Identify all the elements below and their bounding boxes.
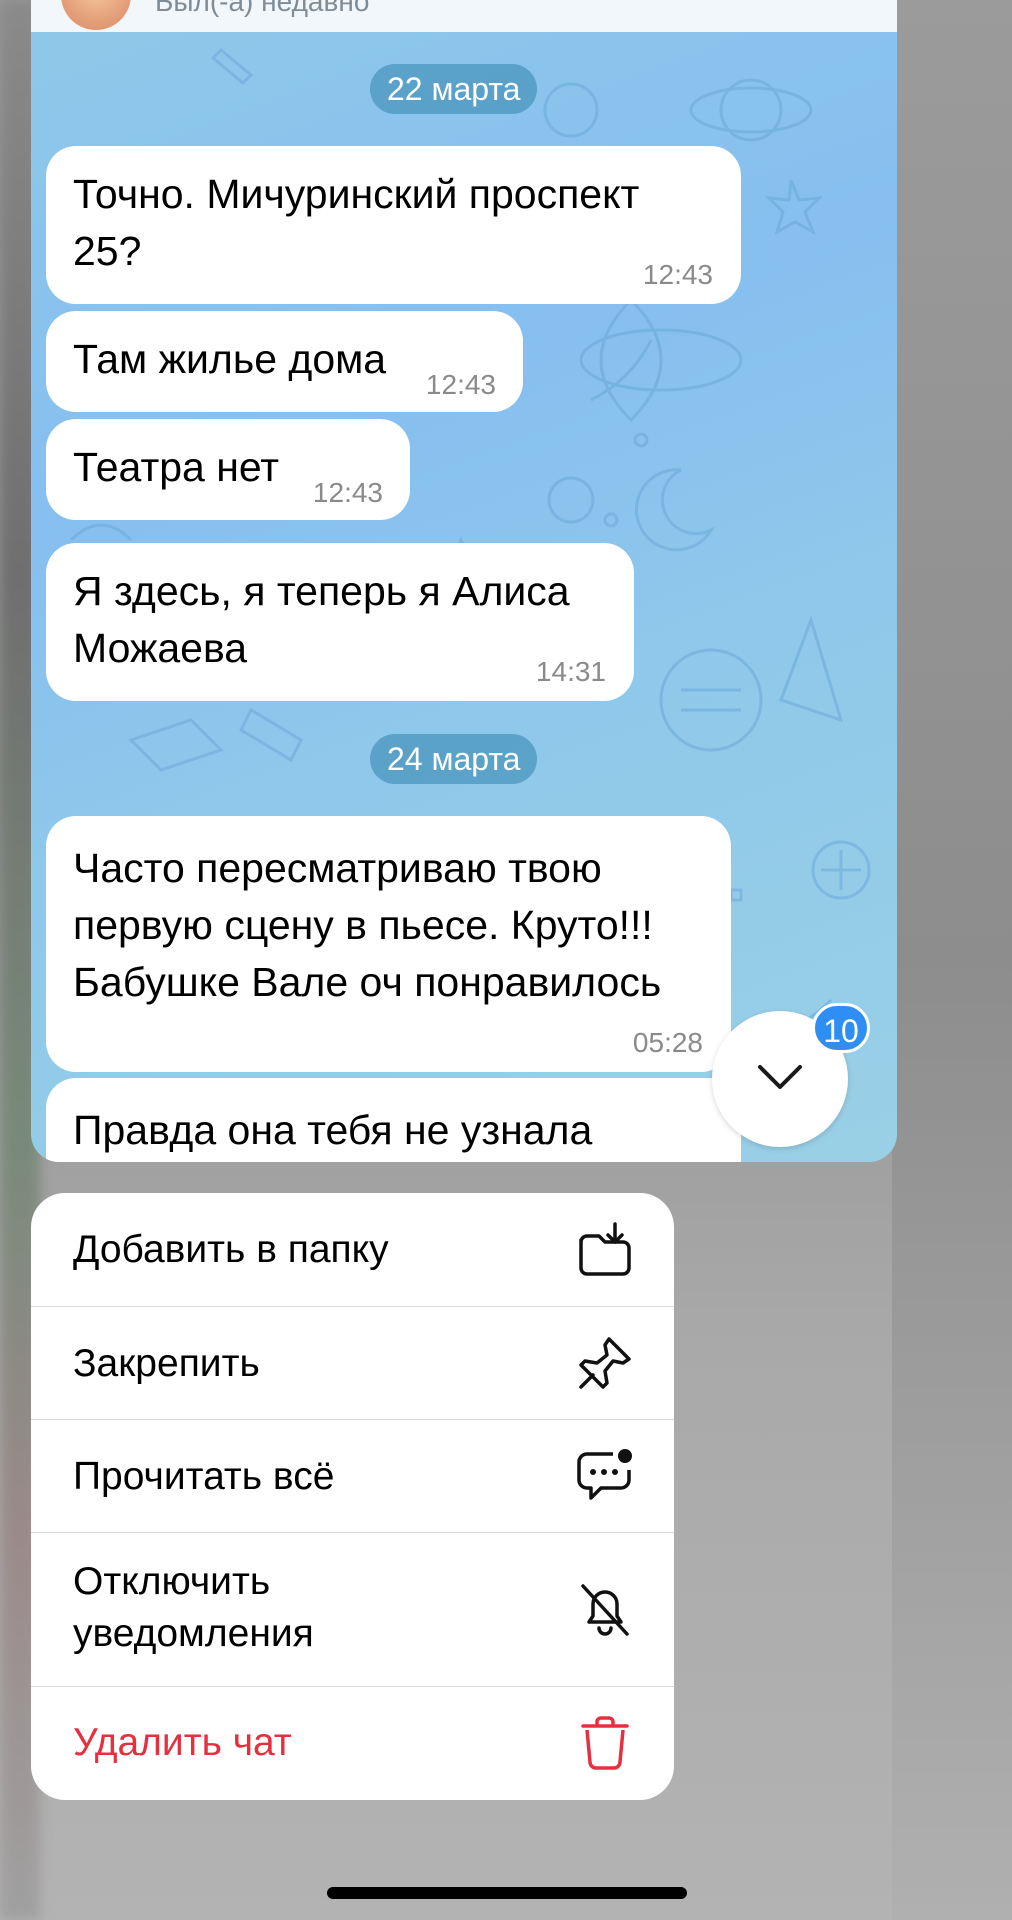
message-bubble[interactable]: Там жилье дома 12:43 (46, 311, 523, 412)
date-separator: 22 марта (370, 64, 538, 114)
message-bubble[interactable]: Театра нет 12:43 (46, 419, 410, 520)
message-text: Там жилье дома (73, 336, 387, 382)
message-text: Театра нет (73, 444, 280, 490)
menu-item-label: Добавить в папку (73, 1228, 389, 1271)
menu-item-pin[interactable]: Закрепить (31, 1307, 674, 1420)
message-text: Точно. Мичуринский проспект 25? (73, 171, 640, 274)
message-time: 14:31 (535, 656, 606, 687)
message-time: 05:28 (632, 1027, 703, 1058)
chat-preview[interactable]: Был(-а) недавно 22 марта Точно. Мичуринс… (31, 0, 897, 1162)
message-text: Правда она тебя не узнала (73, 1107, 593, 1153)
home-indicator[interactable] (327, 1887, 687, 1899)
chat-read-icon (577, 1449, 632, 1500)
trash-icon (581, 1716, 629, 1770)
menu-item-delete-chat[interactable]: Удалить чат (31, 1687, 674, 1800)
menu-item-label: Закрепить (73, 1342, 260, 1385)
message-text: Я здесь, я теперь я Алиса Можаева (73, 568, 570, 671)
message-time: 12:43 (312, 477, 383, 508)
background-blur-right (892, 0, 1012, 1920)
chevron-down-icon (758, 1065, 802, 1089)
chat-header[interactable]: Был(-а) недавно (31, 0, 897, 32)
pin-icon (579, 1337, 631, 1389)
message-bubble[interactable]: Точно. Мичуринский проспект 25? 12:43 (46, 146, 741, 304)
menu-item-label: Прочитать всё (73, 1455, 335, 1498)
message-text: Часто пересматриваю твою первую сцену в … (73, 845, 662, 1005)
last-seen-status: Был(-а) недавно (155, 0, 370, 17)
message-bubble[interactable]: Я здесь, я теперь я Алиса Можаева 14:31 (46, 543, 634, 701)
menu-item-add-to-folder[interactable]: Добавить в папку (31, 1193, 674, 1307)
unread-count-badge: 10 (812, 1003, 870, 1053)
menu-item-read-all[interactable]: Прочитать всё (31, 1420, 674, 1533)
message-bubble[interactable]: Часто пересматриваю твою первую сцену в … (46, 816, 731, 1072)
avatar (61, 0, 131, 30)
date-separator: 24 марта (370, 734, 538, 784)
menu-item-mute[interactable]: Отключить уведомления (31, 1533, 674, 1687)
menu-item-label: Отключить уведомления (73, 1560, 314, 1655)
message-time: 12:43 (642, 259, 713, 290)
folder-add-icon (579, 1222, 631, 1276)
message-time: 12:43 (425, 369, 496, 400)
context-menu: Добавить в папку Закрепить Прочитать всё… (31, 1193, 674, 1800)
menu-item-label: Удалить чат (73, 1721, 292, 1764)
bell-off-icon (581, 1584, 629, 1636)
message-bubble[interactable]: Правда она тебя не узнала (46, 1078, 741, 1162)
